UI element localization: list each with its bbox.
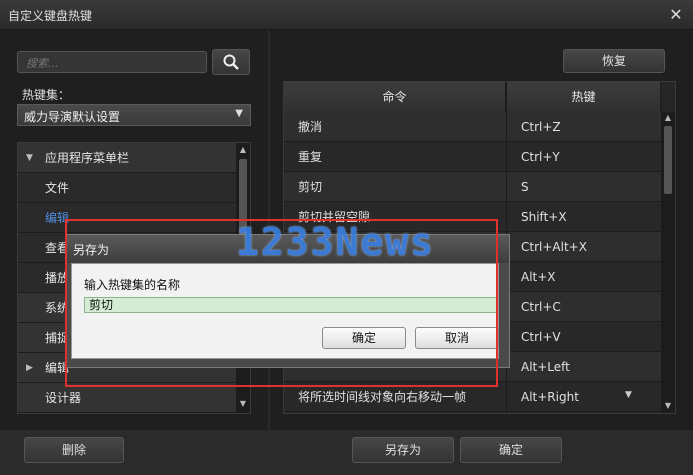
table-row[interactable]: 重复 Ctrl+Y xyxy=(284,142,661,172)
hotkey-set-value: 威力导演默认设置 xyxy=(24,110,121,124)
command-cell: 将所选时间线对象向右移动一帧 xyxy=(298,390,467,404)
tree-item-label: 编辑 xyxy=(45,211,70,225)
hotkey-cell: Ctrl+C xyxy=(521,300,561,314)
hotkey-cell: Ctrl+Z xyxy=(521,120,561,134)
save-as-button[interactable]: 另存为 xyxy=(352,437,454,463)
table-scroll-thumb[interactable] xyxy=(664,126,672,194)
table-row[interactable]: 剪切 S xyxy=(284,172,661,202)
collapse-icon[interactable]: ▶ xyxy=(26,353,33,383)
hotkey-cell: S xyxy=(521,180,529,194)
hotkey-cell: Ctrl+V xyxy=(521,330,561,344)
hotkey-cell: Alt+X xyxy=(521,270,556,284)
dialog-ok-button[interactable]: 确定 xyxy=(322,327,406,349)
hotkey-set-label: 热键集： xyxy=(22,88,71,102)
chevron-down-icon: ▼ xyxy=(235,108,243,119)
column-header-command[interactable]: 命令 xyxy=(284,82,506,112)
delete-button[interactable]: 删除 xyxy=(24,437,124,463)
dialog-body: 输入热键集的名称 剪切 确定 取消 xyxy=(71,263,499,359)
search-button[interactable] xyxy=(212,49,250,75)
chevron-down-icon[interactable]: ▼ xyxy=(625,390,632,400)
search-icon xyxy=(223,54,239,70)
dialog-cancel-button[interactable]: 取消 xyxy=(415,327,499,349)
table-row[interactable]: 撤消 Ctrl+Z xyxy=(284,112,661,142)
window-title: 自定义键盘热键 xyxy=(8,9,93,23)
tree-item-label: 应用程序菜单栏 xyxy=(45,151,130,165)
tree-item-app-menubar[interactable]: ▼ 应用程序菜单栏 xyxy=(18,143,236,173)
tree-item-label: 文件 xyxy=(45,181,70,195)
tree-item-file[interactable]: 文件 xyxy=(18,173,236,203)
search-input[interactable]: 搜索... xyxy=(17,51,207,73)
hotkey-set-name-input[interactable]: 剪切 xyxy=(84,297,498,313)
hotkey-set-name-label: 输入热键集的名称 xyxy=(84,278,181,292)
tree-item-label: 设计器 xyxy=(45,391,82,405)
scroll-down-icon[interactable]: ▼ xyxy=(661,401,675,410)
ok-button[interactable]: 确定 xyxy=(460,437,562,463)
scroll-up-icon[interactable]: ▲ xyxy=(661,113,675,122)
dialog-title: 另存为 xyxy=(73,243,110,257)
command-cell: 剪切 xyxy=(298,180,323,194)
close-icon[interactable]: ✕ xyxy=(665,4,687,26)
tree-item-edit[interactable]: 编辑 xyxy=(18,203,236,233)
expand-icon[interactable]: ▼ xyxy=(26,143,33,173)
title-bar: 自定义键盘热键 ✕ xyxy=(0,0,693,30)
hotkey-set-select[interactable]: 威力导演默认设置 ▼ xyxy=(17,104,251,126)
hotkey-cell: Alt+Left xyxy=(521,360,570,374)
hotkey-cell: Ctrl+Y xyxy=(521,150,560,164)
scroll-up-icon[interactable]: ▲ xyxy=(236,145,250,154)
tree-item-designer[interactable]: 设计器 xyxy=(18,383,236,413)
scroll-down-icon[interactable]: ▼ xyxy=(236,399,250,408)
command-cell: 撤消 xyxy=(298,120,323,134)
hotkey-cell: Ctrl+Alt+X xyxy=(521,240,587,254)
watermark: 1233News xyxy=(236,220,436,264)
hotkey-cell: Shift+X xyxy=(521,210,567,224)
column-header-hotkey[interactable]: 热键 xyxy=(507,82,661,112)
command-cell: 重复 xyxy=(298,150,323,164)
table-row[interactable]: 将所选时间线对象向右移动一帧 Alt+Right ▼ xyxy=(284,382,661,412)
restore-button[interactable]: 恢复 xyxy=(563,49,665,73)
